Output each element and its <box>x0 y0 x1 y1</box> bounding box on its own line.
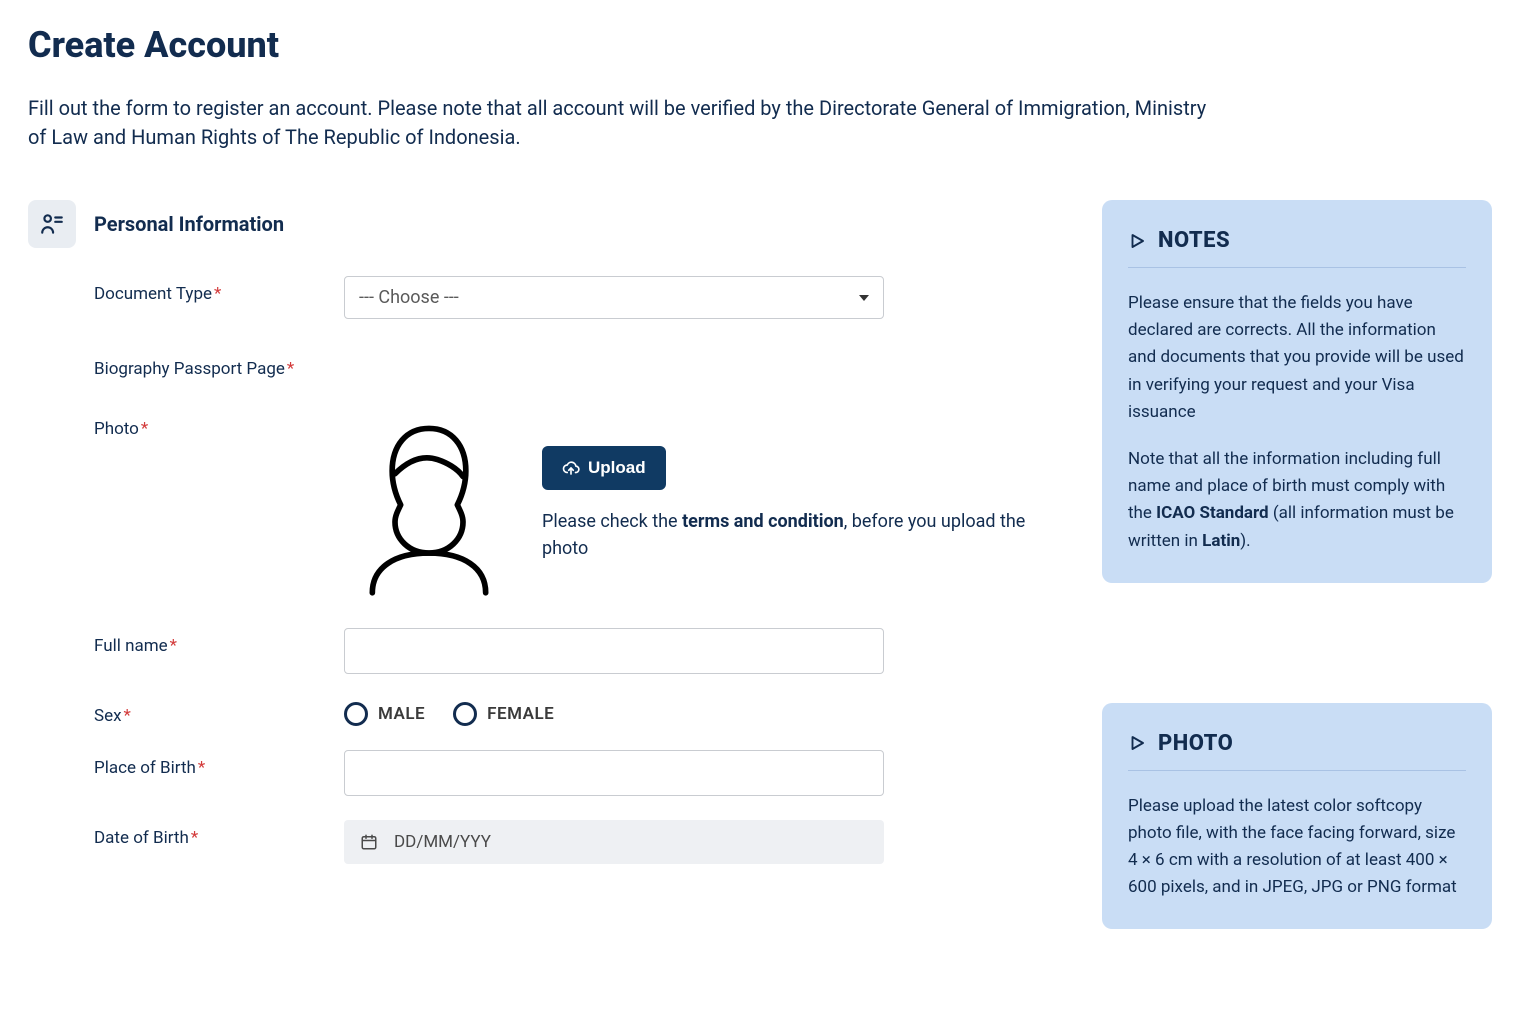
triangle-right-icon <box>1128 232 1146 250</box>
upload-button[interactable]: Upload <box>542 446 666 490</box>
photo-label: Photo* <box>94 411 344 439</box>
chevron-down-icon <box>859 295 869 301</box>
sex-radio-male[interactable]: MALE <box>344 702 425 726</box>
notes-panel: NOTES Please ensure that the fields you … <box>1102 200 1492 583</box>
sex-radio-female[interactable]: FEMALE <box>453 702 554 726</box>
document-type-select[interactable]: --- Choose --- <box>344 276 884 319</box>
calendar-icon <box>360 833 378 851</box>
sex-label: Sex* <box>94 698 344 726</box>
full-name-input[interactable] <box>344 628 884 674</box>
radio-icon <box>453 702 477 726</box>
document-type-selected: --- Choose --- <box>359 287 459 308</box>
avatar-placeholder-icon <box>344 411 514 596</box>
page-title: Create Account <box>28 24 1492 66</box>
section-title: Personal Information <box>94 212 284 236</box>
document-type-label: Document Type* <box>94 276 344 304</box>
upload-icon <box>562 459 580 477</box>
place-of-birth-input[interactable] <box>344 750 884 796</box>
passport-page-label: Biography Passport Page* <box>94 351 344 379</box>
section-header: Personal Information <box>28 200 1066 248</box>
upload-button-label: Upload <box>588 458 646 478</box>
page-description: Fill out the form to register an account… <box>28 94 1208 152</box>
radio-label-male: MALE <box>378 704 425 724</box>
person-info-icon <box>28 200 76 248</box>
notes-para-2: Note that all the information including … <box>1128 446 1466 555</box>
photo-hint: Please check the terms and condition, be… <box>542 508 1066 562</box>
notes-para-1: Please ensure that the fields you have d… <box>1128 290 1466 426</box>
date-placeholder: DD/MM/YYY <box>394 832 491 852</box>
date-of-birth-input[interactable]: DD/MM/YYY <box>344 820 884 864</box>
notes-title: NOTES <box>1158 228 1230 253</box>
place-of-birth-label: Place of Birth* <box>94 750 344 778</box>
date-of-birth-label: Date of Birth* <box>94 820 344 848</box>
full-name-label: Full name* <box>94 628 344 656</box>
photo-panel-title: PHOTO <box>1158 731 1233 756</box>
radio-label-female: FEMALE <box>487 704 554 724</box>
radio-icon <box>344 702 368 726</box>
photo-panel: PHOTO Please upload the latest color sof… <box>1102 703 1492 930</box>
triangle-right-icon <box>1128 734 1146 752</box>
photo-panel-para: Please upload the latest color softcopy … <box>1128 793 1466 902</box>
